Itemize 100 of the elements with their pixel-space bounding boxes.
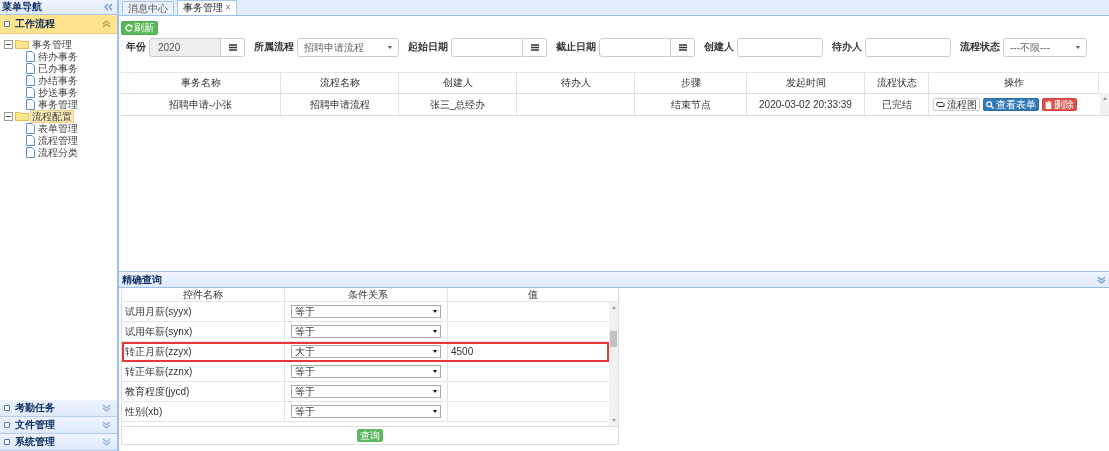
file-icon <box>26 146 35 158</box>
delete-button[interactable]: 删除 <box>1042 98 1077 111</box>
search-icon <box>986 100 994 109</box>
column-header: 流程名称 <box>281 73 399 93</box>
tab[interactable]: 事务管理 × <box>177 0 237 15</box>
table-cell: 2020-03-02 20:33:39 <box>747 94 865 115</box>
file-icon <box>26 74 35 86</box>
column-header: 值 <box>527 288 539 301</box>
accordion-header[interactable]: 工作流程 <box>0 15 117 34</box>
condition-select[interactable]: 等于 <box>291 405 441 418</box>
scrollbar[interactable] <box>609 302 618 426</box>
table-cell: 已完结 <box>865 94 929 115</box>
accordion-header[interactable]: 系统管理 <box>0 434 117 451</box>
field-name: 教育程度(jycd) <box>125 384 190 399</box>
column-header: 发起时间 <box>747 73 865 93</box>
bullet-icon <box>4 405 10 411</box>
file-icon <box>26 86 35 98</box>
scrollbar[interactable] <box>1100 93 1109 115</box>
folder-icon <box>15 111 29 121</box>
column-header: 操作 <box>929 73 1099 93</box>
accordion-header[interactable]: 文件管理 <box>0 417 117 434</box>
chevron-down-icon[interactable] <box>1097 275 1106 284</box>
field-name: 转正月薪(zzyx) <box>125 344 192 359</box>
input-field[interactable] <box>865 38 951 57</box>
date-field[interactable] <box>599 38 671 57</box>
condition-select[interactable]: 等于 <box>291 385 441 398</box>
section-title: 工作流程 <box>15 17 56 31</box>
field-name: 试用年薪(synx) <box>125 324 193 339</box>
tree-item[interactable]: 流程配置 <box>31 110 73 122</box>
filter-label: 年份 <box>126 40 146 54</box>
trash-icon <box>1045 100 1052 109</box>
file-icon <box>26 62 35 74</box>
menu-icon <box>678 44 687 51</box>
collapse-icon[interactable] <box>4 111 13 121</box>
tree-item[interactable]: 待办事务 <box>37 50 79 62</box>
tab[interactable]: 消息中心 <box>122 1 174 15</box>
date-field[interactable] <box>451 38 523 57</box>
bullet-icon <box>4 439 10 445</box>
table-cell: 招聘申请流程 <box>281 94 399 115</box>
column-header: 流程状态 <box>865 73 929 93</box>
refresh-icon <box>125 24 133 32</box>
bullet-icon <box>4 21 10 27</box>
column-header: 创建人 <box>399 73 517 93</box>
calendar-button[interactable] <box>671 38 695 57</box>
section-title: 文件管理 <box>15 418 56 432</box>
field-name: 转正年薪(zznx) <box>125 364 193 379</box>
tree-item[interactable]: 流程管理 <box>37 134 79 146</box>
menu-icon <box>228 44 237 51</box>
filter-label: 所属流程 <box>254 40 294 54</box>
filter-label: 待办人 <box>832 40 862 54</box>
collapse-icon[interactable] <box>4 39 13 49</box>
condition-select[interactable]: 等于 <box>291 365 441 378</box>
chevron-down-icon <box>102 438 111 446</box>
column-header: 待办人 <box>517 73 635 93</box>
column-header: 事务名称 <box>121 73 281 93</box>
filter-label: 起始日期 <box>408 40 448 54</box>
condition-select[interactable]: 等于 <box>291 305 441 318</box>
tree-item[interactable]: 表单管理 <box>37 122 79 134</box>
filter-label: 截止日期 <box>556 40 596 54</box>
input-field[interactable] <box>737 38 823 57</box>
table-cell: 张三_总经办 <box>399 94 517 115</box>
field-name: 性别(xb) <box>125 404 163 419</box>
flowchart-button[interactable]: 流程图 <box>933 98 980 111</box>
calendar-button[interactable] <box>523 38 547 57</box>
table-cell: 结束节点 <box>635 94 747 115</box>
tree-item[interactable]: 事务管理 <box>31 38 73 50</box>
select-field[interactable]: ---不限--- <box>1003 38 1087 57</box>
chevron-up-icon <box>102 20 111 28</box>
bullet-icon <box>4 422 10 428</box>
table-cell: 招聘申请-小张 <box>121 94 281 115</box>
column-header: 步骤 <box>635 73 747 93</box>
condition-select[interactable]: 等于 <box>291 325 441 338</box>
chevron-down-icon <box>102 404 111 412</box>
close-icon[interactable]: × <box>225 2 231 13</box>
repeat-icon <box>936 101 945 108</box>
tree-item[interactable]: 事务管理 <box>37 98 79 110</box>
tree-item[interactable]: 办结事务 <box>37 74 79 86</box>
folder-icon <box>15 39 29 49</box>
sidebar-title: 菜单导航 <box>2 0 42 14</box>
value-text: 4500 <box>451 346 474 357</box>
condition-select[interactable]: 大于 <box>291 345 441 358</box>
column-header: 控件名称 <box>122 288 285 301</box>
panel-title: 精确查询 <box>122 272 162 287</box>
tree-item[interactable]: 已办事务 <box>37 62 79 74</box>
select-field[interactable]: 招聘申请流程 <box>297 38 399 57</box>
column-header: 条件关系 <box>285 288 448 301</box>
section-title: 考勤任务 <box>15 401 56 415</box>
filter-label: 创建人 <box>704 40 734 54</box>
calendar-button[interactable] <box>221 38 245 57</box>
section-title: 系统管理 <box>15 435 56 449</box>
view-form-button[interactable]: 查看表单 <box>983 98 1039 111</box>
filter-label: 流程状态 <box>960 40 1000 54</box>
accordion-header[interactable]: 考勤任务 <box>0 400 117 417</box>
file-icon <box>26 134 35 146</box>
file-icon <box>26 50 35 62</box>
menu-icon <box>530 44 539 51</box>
field-name: 试用月薪(syyx) <box>125 304 192 319</box>
file-icon <box>26 122 35 134</box>
tree-item[interactable]: 抄送事务 <box>37 86 79 98</box>
tree-item[interactable]: 流程分类 <box>37 146 79 158</box>
